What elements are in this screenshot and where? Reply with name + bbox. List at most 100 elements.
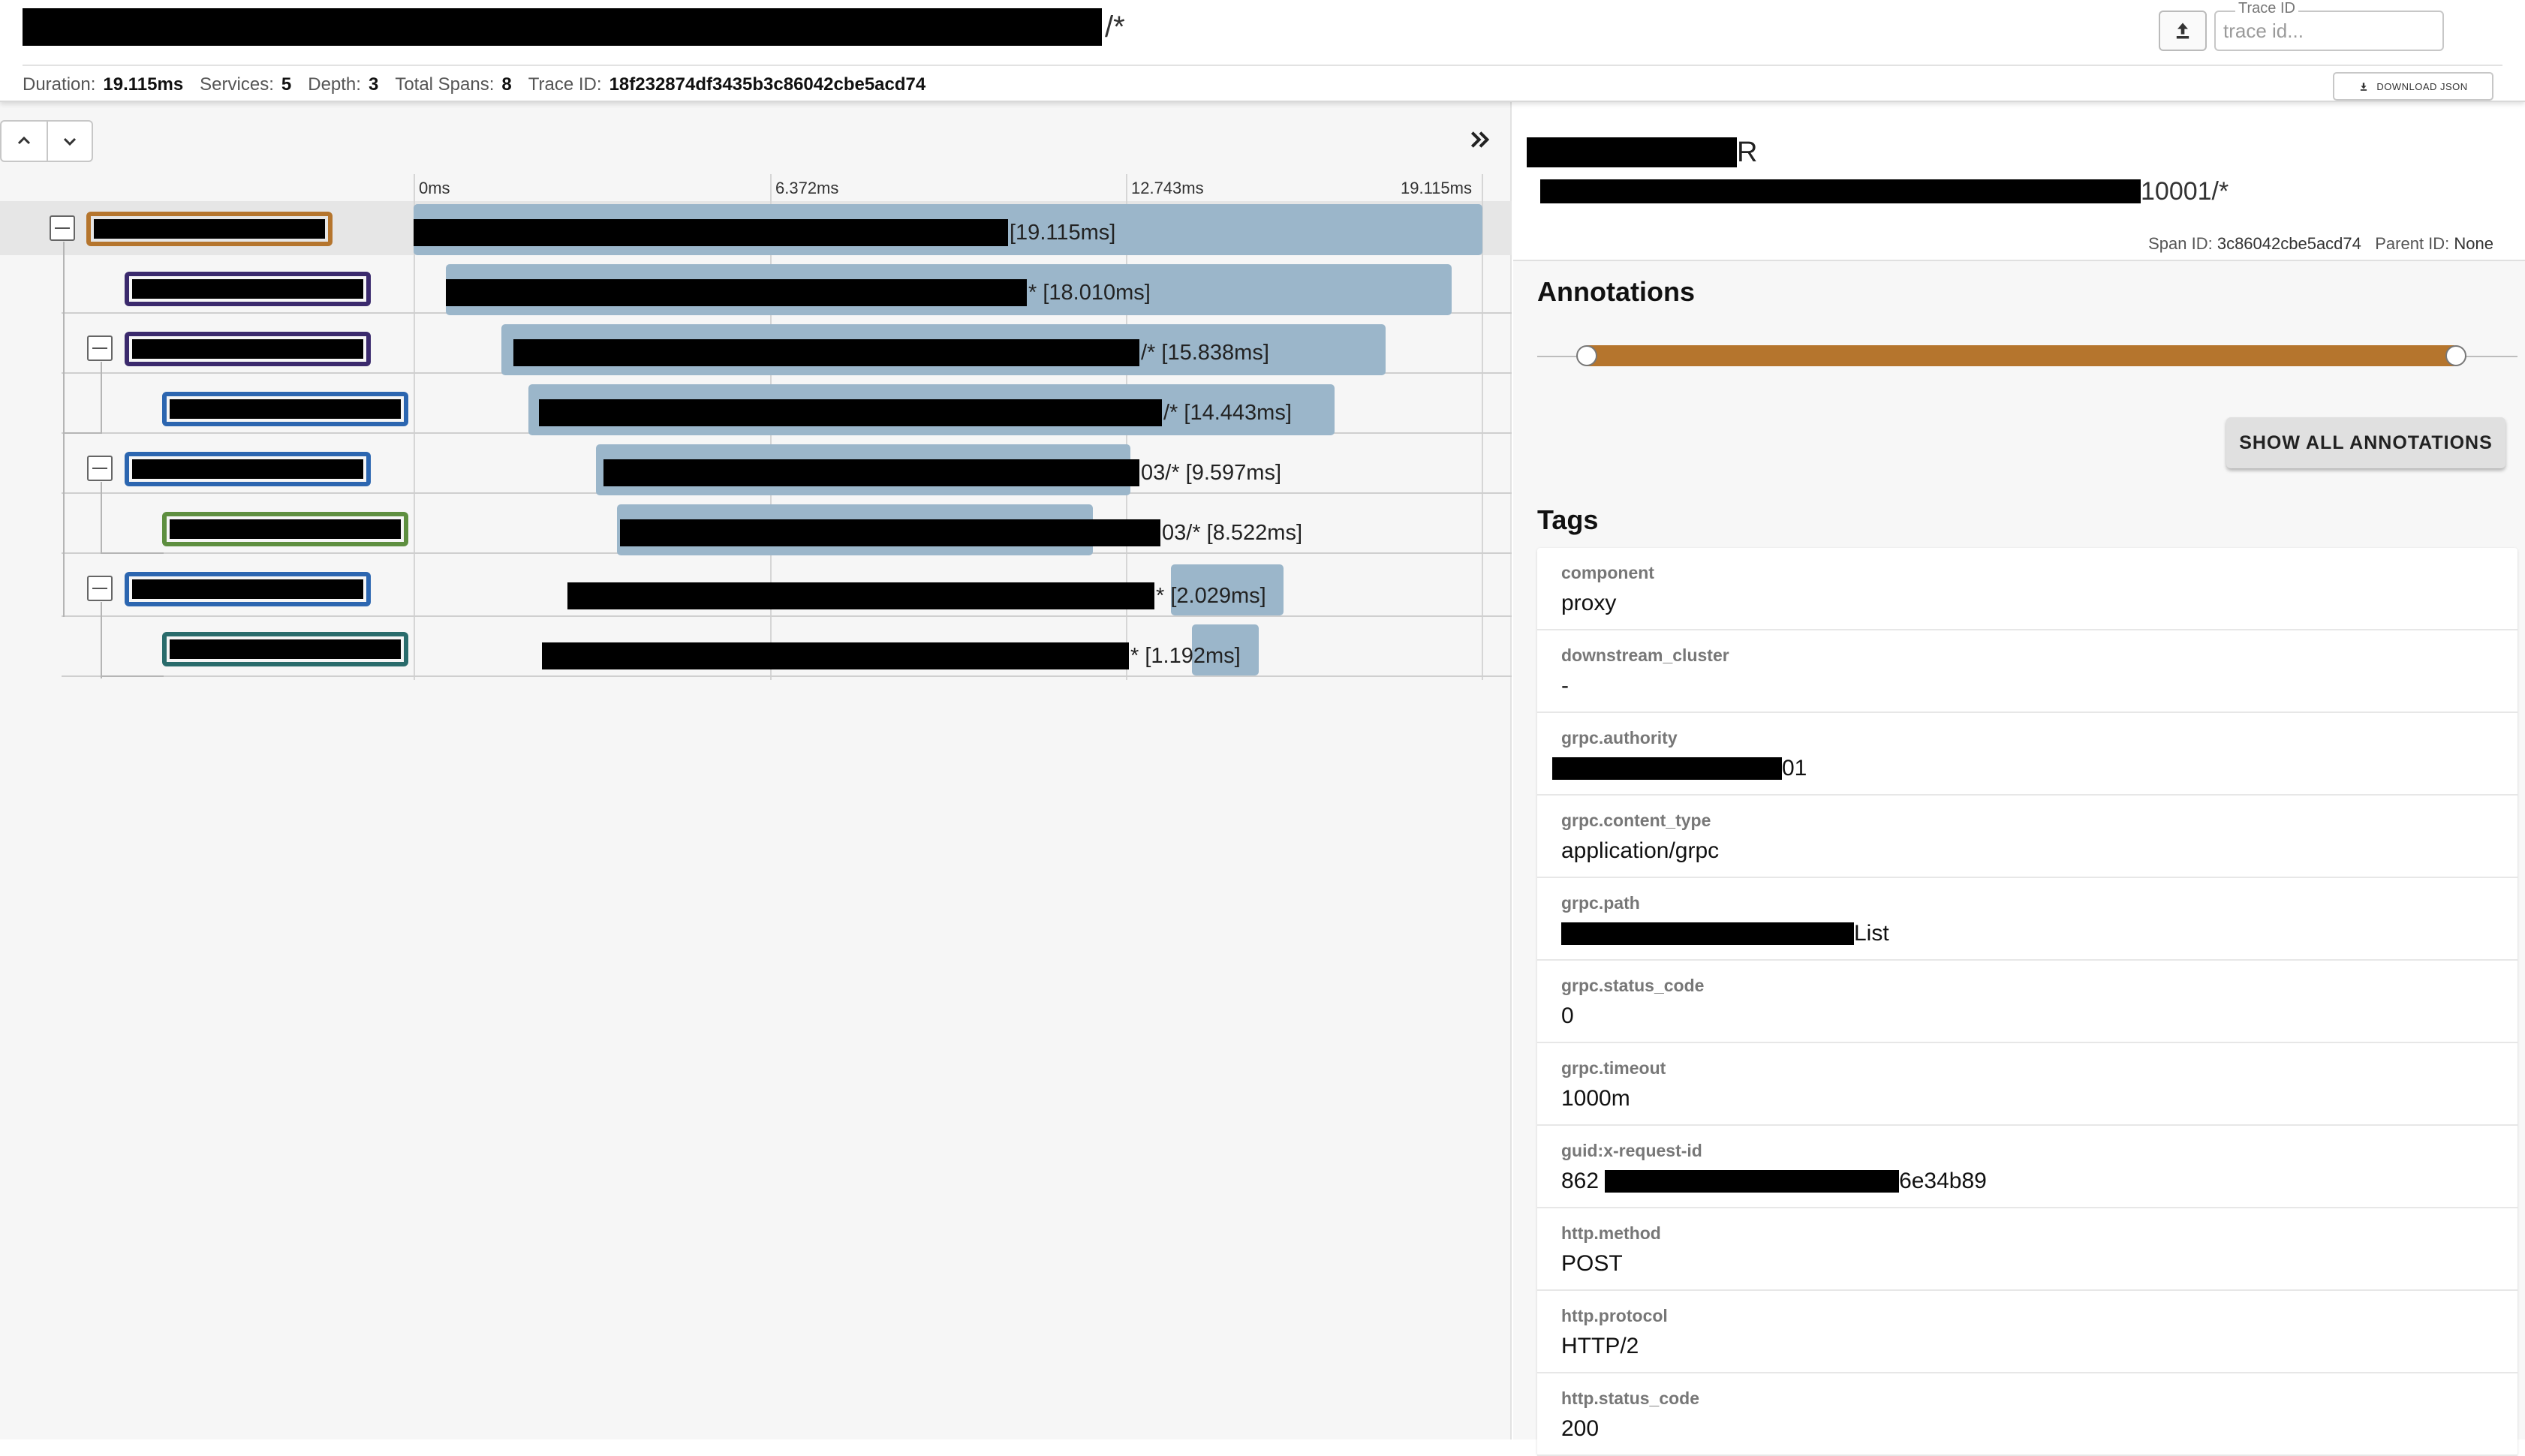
span-duration-text: 03/* [8.522ms] bbox=[1162, 520, 1302, 545]
tag-value-text: 200 bbox=[1561, 1416, 1600, 1441]
trace-id-summary-label: Trace ID: bbox=[528, 74, 602, 95]
double-chevron-right-icon bbox=[1470, 131, 1490, 148]
redacted-block bbox=[23, 8, 1102, 46]
tick-label: 6.372ms bbox=[775, 179, 839, 197]
tick-label: 19.115ms bbox=[1401, 179, 1472, 197]
redacted-block bbox=[170, 519, 401, 539]
tag-key: guid:x-request-id bbox=[1561, 1141, 1702, 1160]
tag-value: - bbox=[1561, 671, 1569, 701]
service-badge[interactable] bbox=[125, 332, 371, 366]
tree-connector bbox=[101, 602, 102, 678]
span-duration-text: * [18.010ms] bbox=[1028, 280, 1151, 305]
tag-key: grpc.path bbox=[1561, 893, 1640, 913]
tag-value-text: 01 bbox=[1782, 756, 1807, 781]
next-span-button[interactable] bbox=[46, 122, 92, 161]
service-badge[interactable] bbox=[125, 272, 371, 306]
span-duration-text: /* [14.443ms] bbox=[1163, 400, 1292, 425]
tag-row: grpc.timeout 1000m bbox=[1537, 1043, 2517, 1126]
tags-heading: Tags bbox=[1537, 504, 1599, 535]
tag-key: component bbox=[1561, 563, 1654, 582]
timeline-panel: 0ms 6.372ms 12.743ms 19.115ms [19.115ms]… bbox=[0, 102, 1512, 1439]
tag-value-text: POST bbox=[1561, 1251, 1623, 1276]
trace-id-summary-value: 18f232874df3435b3c86042cbe5acd74 bbox=[609, 74, 926, 95]
redacted-block bbox=[542, 642, 1129, 669]
tags-list: component proxy downstream_cluster - grp… bbox=[1537, 548, 2517, 1456]
collapse-toggle[interactable] bbox=[87, 576, 113, 601]
span-label: [19.115ms] bbox=[414, 218, 1115, 248]
tag-row: http.method POST bbox=[1537, 1208, 2517, 1291]
tag-value: POST bbox=[1561, 1249, 1623, 1279]
tag-row: component proxy bbox=[1537, 548, 2517, 630]
redacted-block bbox=[170, 399, 401, 419]
previous-span-button[interactable] bbox=[2, 122, 47, 161]
tag-value: 1000m bbox=[1561, 1084, 1630, 1114]
span-path-suffix: 10001/* bbox=[2141, 176, 2229, 206]
service-badge[interactable] bbox=[162, 512, 408, 546]
tag-key: http.status_code bbox=[1561, 1388, 1700, 1408]
tag-value-text: 1000m bbox=[1561, 1086, 1630, 1111]
annotation-marker[interactable] bbox=[2445, 345, 2466, 366]
span-label: * [18.010ms] bbox=[446, 278, 1151, 308]
collapse-toggle[interactable] bbox=[87, 456, 113, 481]
tag-value: application/grpc bbox=[1561, 836, 1719, 866]
tag-key: http.method bbox=[1561, 1223, 1661, 1243]
tag-row: grpc.authority 01 bbox=[1537, 713, 2517, 796]
span-label: 03/* [9.597ms] bbox=[603, 458, 1281, 488]
span-label: /* [14.443ms] bbox=[539, 398, 1292, 428]
redacted-block bbox=[170, 639, 401, 659]
span-name-suffix: R bbox=[1737, 136, 1758, 168]
trace-id-search: Trace ID bbox=[2214, 0, 2447, 54]
span-nav-group bbox=[0, 120, 93, 162]
tag-row: http.status_code 200 bbox=[1537, 1373, 2517, 1456]
depth-value: 3 bbox=[368, 74, 379, 95]
trace-id-label: Trace ID bbox=[2235, 0, 2298, 17]
tag-value-text: proxy bbox=[1561, 591, 1617, 615]
span-duration-text: 03/* [9.597ms] bbox=[1141, 460, 1281, 485]
redacted-block bbox=[446, 279, 1027, 306]
upload-button[interactable] bbox=[2159, 11, 2207, 51]
total-spans-label: Total Spans: bbox=[395, 74, 495, 95]
tag-key: grpc.timeout bbox=[1561, 1058, 1666, 1078]
tag-value: 01 bbox=[1552, 754, 1807, 784]
expand-panel-button[interactable] bbox=[1465, 125, 1495, 155]
service-badge[interactable] bbox=[125, 572, 371, 606]
row-line bbox=[62, 615, 1512, 617]
download-icon bbox=[2361, 83, 2367, 91]
annotation-marker[interactable] bbox=[1576, 345, 1597, 366]
redacted-block bbox=[1527, 137, 1737, 167]
span-label: * [1.192ms] bbox=[542, 641, 1241, 671]
redacted-block bbox=[94, 219, 325, 239]
redacted-block bbox=[132, 459, 363, 479]
chevron-up-icon bbox=[17, 136, 31, 145]
span-duration-text: * [2.029ms] bbox=[1156, 583, 1266, 608]
tag-row: downstream_cluster - bbox=[1537, 630, 2517, 713]
tag-value-text: 6e34b89 bbox=[1899, 1169, 1987, 1193]
redacted-block bbox=[132, 579, 363, 599]
tag-row: http.protocol HTTP/2 bbox=[1537, 1291, 2517, 1373]
service-badge[interactable] bbox=[162, 632, 408, 666]
tag-row: grpc.path List bbox=[1537, 878, 2517, 961]
top-header: /* Trace ID Duration: 19.115ms Services:… bbox=[0, 0, 2525, 102]
span-duration-text: /* [15.838ms] bbox=[1141, 340, 1269, 365]
tick-label: 0ms bbox=[419, 179, 450, 197]
span-path: 10001/* bbox=[1540, 174, 2229, 209]
tag-value-text: - bbox=[1561, 673, 1569, 698]
redacted-block bbox=[539, 399, 1162, 426]
redacted-block bbox=[567, 582, 1154, 609]
tag-key: grpc.status_code bbox=[1561, 976, 1705, 995]
duration-label: Duration: bbox=[23, 74, 96, 95]
redacted-block bbox=[513, 339, 1139, 366]
tag-value-text: HTTP/2 bbox=[1561, 1334, 1639, 1358]
service-badge[interactable] bbox=[162, 392, 408, 426]
timeline-chart: 0ms 6.372ms 12.743ms 19.115ms [19.115ms]… bbox=[0, 174, 1512, 684]
span-detail-panel: R 10001/* Span ID: 3c86042cbe5acd74 Pare… bbox=[1513, 102, 2525, 1456]
show-all-annotations-button[interactable]: SHOW ALL ANNOTATIONS bbox=[2226, 417, 2505, 468]
collapse-toggle[interactable] bbox=[50, 215, 75, 241]
download-json-button[interactable]: DOWNLOAD JSON bbox=[2333, 72, 2493, 101]
span-id-label: Span ID: bbox=[2148, 234, 2213, 253]
service-badge[interactable] bbox=[125, 452, 371, 486]
service-badge[interactable] bbox=[86, 212, 333, 246]
tag-value: List bbox=[1561, 919, 1889, 949]
collapse-toggle[interactable] bbox=[87, 335, 113, 361]
services-value: 5 bbox=[281, 74, 292, 95]
